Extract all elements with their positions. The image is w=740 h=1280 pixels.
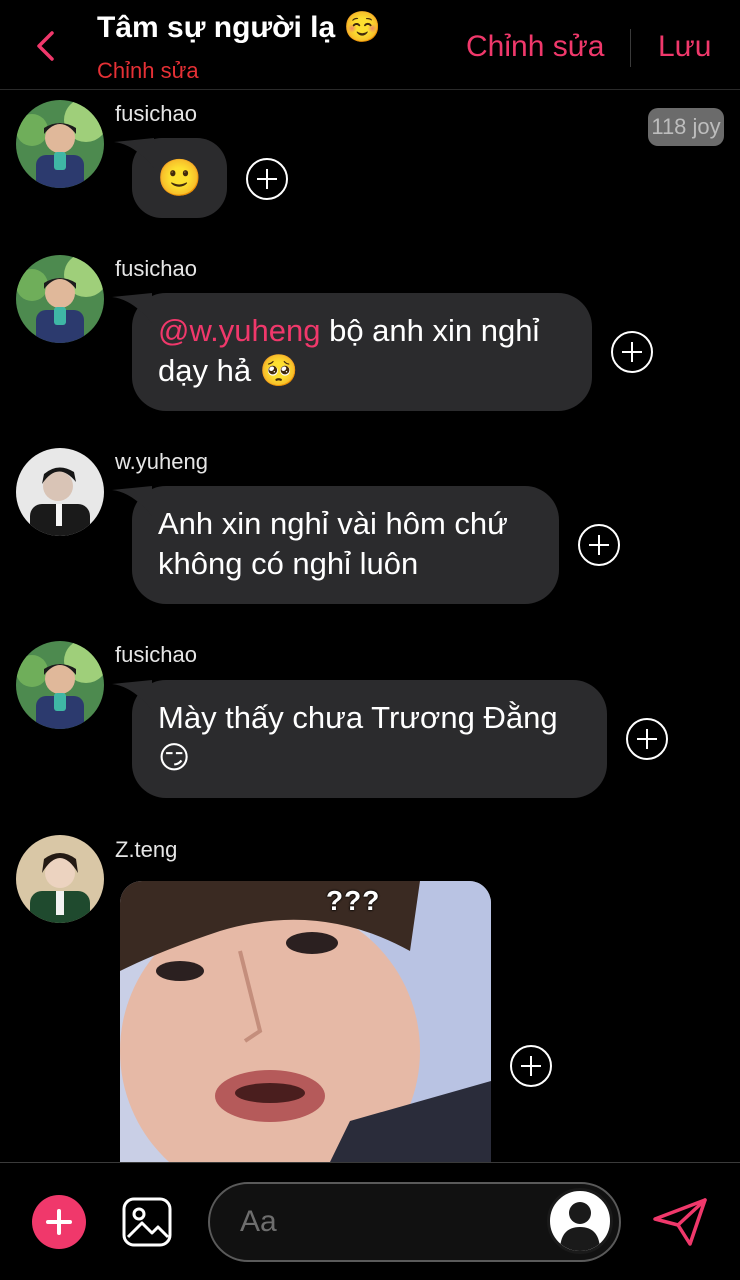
sender-name: Z.teng <box>115 837 178 862</box>
mention-link[interactable]: @w.yuheng <box>158 313 320 348</box>
send-icon[interactable] <box>652 1197 708 1247</box>
sender-name: fusichao <box>115 642 197 667</box>
message-bubble[interactable]: Anh xin nghỉ vài hôm chứ không có nghỉ l… <box>112 486 559 604</box>
sender-name: fusichao <box>115 256 197 281</box>
react-add-button[interactable] <box>246 158 288 200</box>
react-add-button[interactable] <box>626 718 668 760</box>
chat-subtitle[interactable]: Chỉnh sửa <box>97 58 199 84</box>
avatar-wyuheng[interactable] <box>16 448 104 536</box>
react-add-button[interactable] <box>611 331 653 373</box>
sender-name: w.yuheng <box>115 449 208 474</box>
back-button[interactable] <box>30 28 60 64</box>
message-input-container[interactable] <box>208 1182 621 1262</box>
chat-header: Tâm sự người lạ ☺️ Chỉnh sửa Chỉnh sửa L… <box>0 0 740 90</box>
message-bubble[interactable]: Mày thấy chưa Trương Đằng 😏 <box>112 680 607 798</box>
message-text: Anh xin nghỉ vài hôm chứ không có nghỉ l… <box>158 506 508 581</box>
message-emoji: 🙂 <box>157 157 202 198</box>
message-text: Mày thấy chưa Trương Đằng 😏 <box>158 700 558 775</box>
chat-title: Tâm sự người lạ ☺️ <box>97 11 381 44</box>
bubble-tail <box>114 138 154 168</box>
header-divider <box>630 29 631 67</box>
chevron-left-icon <box>37 31 54 61</box>
message-bubble[interactable]: @w.yuheng bộ anh xin nghỉ dạy hả 🥺 <box>112 293 592 411</box>
bubble-tail <box>112 293 152 323</box>
message-input[interactable] <box>240 1202 540 1242</box>
composer-bar <box>0 1162 740 1280</box>
image-icon[interactable] <box>122 1197 172 1247</box>
joy-badge: 118 joy <box>648 108 724 146</box>
user-icon[interactable] <box>547 1188 613 1254</box>
avatar-fusichao[interactable] <box>16 255 104 343</box>
avatar-zteng[interactable] <box>16 835 104 923</box>
sticker-image[interactable]: ??? <box>120 881 491 1162</box>
bubble-tail <box>112 486 152 516</box>
message-bubble[interactable]: 🙂 <box>114 138 227 218</box>
react-add-button[interactable] <box>578 524 620 566</box>
avatar-fusichao[interactable] <box>16 641 104 729</box>
sticker-caption: ??? <box>326 885 381 916</box>
avatar-fusichao[interactable] <box>16 100 104 188</box>
sender-name: fusichao <box>115 101 197 126</box>
bubble-tail <box>112 680 152 710</box>
plus-icon[interactable] <box>32 1195 86 1249</box>
save-button[interactable]: Lưu <box>658 30 711 64</box>
edit-button[interactable]: Chỉnh sửa <box>466 30 605 64</box>
react-add-button[interactable] <box>510 1045 552 1087</box>
